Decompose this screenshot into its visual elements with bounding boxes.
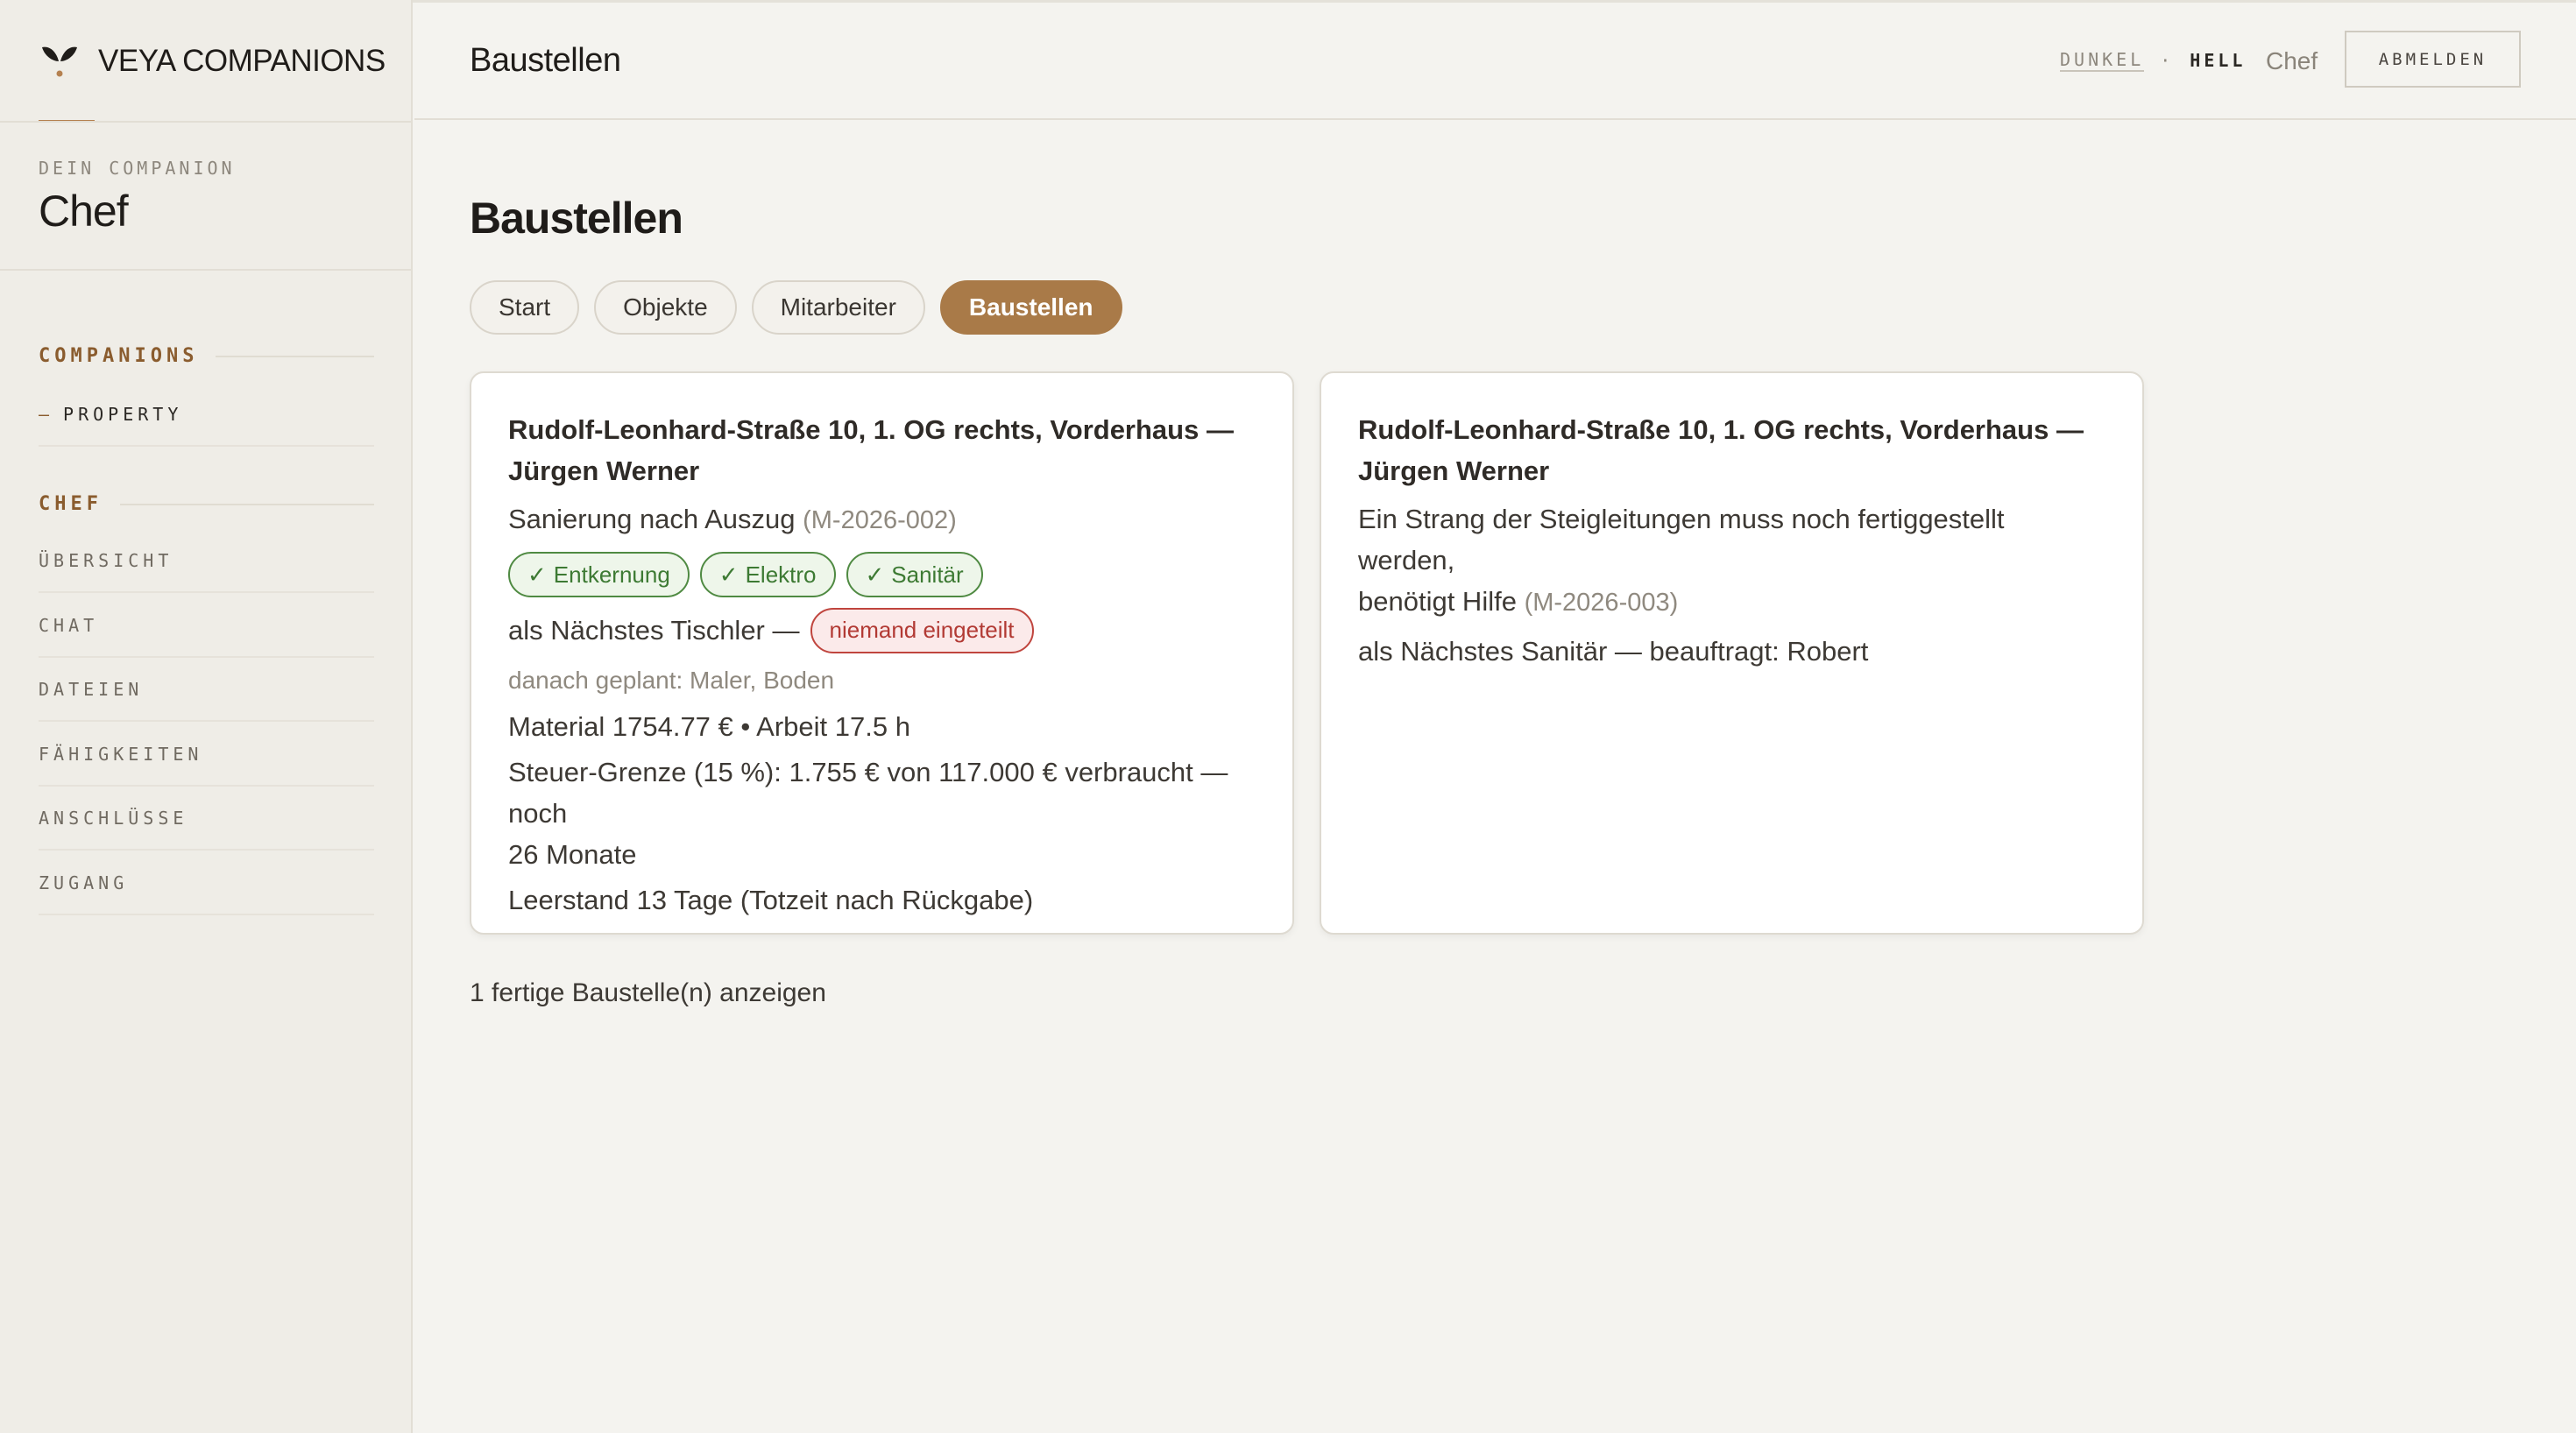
card-description: Sanierung nach Auszug (M-2026-002) [508,498,1256,541]
trade-chip-done: ✓ Sanitär [846,552,983,597]
sidebar-item-property[interactable]: — PROPERTY [39,383,374,447]
sidebar: VEYA COMPANIONS DEIN COMPANION Chef COMP… [0,0,413,1433]
description-text: benötigt Hilfe [1358,586,1517,617]
theme-separator: · [2160,50,2175,71]
sidebar-item-anschluesse[interactable]: ANSCHLÜSSE [39,787,374,851]
sidebar-item-label: CHAT [39,614,99,636]
header-title: Baustellen [470,42,621,79]
top-header: Baustellen DUNKEL · HELL Chef ABMELDEN [414,0,2576,120]
trade-label: Elektro [745,561,817,588]
sidebar-item-label: DATEIEN [39,678,144,700]
tab-baustellen[interactable]: Baustellen [939,280,1122,335]
card-title-line: Rudolf-Leonhard-Straße 10, 1. OG rechts,… [1358,414,2084,445]
theme-dark-button[interactable]: DUNKEL [2060,49,2145,72]
sidebar-item-label: FÄHIGKEITEN [39,743,203,765]
sidebar-item-dateien[interactable]: DATEIEN [39,658,374,722]
sidebar-item-label: ANSCHLÜSSE [39,807,188,829]
show-finished-link[interactable]: 1 fertige Baustelle(n) anzeigen [470,978,826,1008]
vacancy-info: Leerstand 13 Tage (Totzeit nach Rückgabe… [508,885,1034,915]
check-icon: ✓ [527,561,547,588]
brand-name: VEYA COMPANIONS [98,44,386,78]
check-icon: ✓ [718,561,739,588]
sidebar-item-uebersicht[interactable]: ÜBERSICHT [39,529,374,593]
construction-site-card[interactable]: Rudolf-Leonhard-Straße 10, 1. OG rechts,… [1320,371,2144,935]
planned-trades: danach geplant: Maler, Boden [508,667,835,694]
chef-section-heading: CHEF [39,493,374,515]
sidebar-item-label: ZUGANG [39,872,129,893]
companions-heading-label: COMPANIONS [39,345,199,367]
trade-label: Sanitär [891,561,964,588]
tab-mitarbeiter[interactable]: Mitarbeiter [751,280,925,335]
chef-heading-label: CHEF [39,493,103,515]
brand[interactable]: VEYA COMPANIONS [39,42,386,81]
logout-button[interactable]: ABMELDEN [2345,31,2521,88]
veya-leaf-icon [42,46,77,77]
job-code: (M-2026-003) [1524,589,1679,617]
sidebar-divider [0,269,413,271]
check-icon: ✓ [865,561,885,588]
trade-chip-done: ✓ Elektro [699,552,836,597]
sidebar-item-chat[interactable]: CHAT [39,594,374,658]
card-title-line: Jürgen Werner [508,455,700,486]
companions-section-heading: COMPANIONS [39,345,374,367]
next-trade-row: als Nächstes Tischler — niemand eingetei… [508,606,1256,654]
completed-trades: ✓ Entkernung ✓ Elektro ✓ Sanitär [508,552,1256,597]
companion-name: Chef [39,187,129,236]
header-user-name: Chef [2266,47,2318,74]
heading-rule [216,355,374,357]
active-dash-icon: — [39,403,50,425]
description-text: Sanierung nach Auszug [508,504,796,534]
theme-light-button[interactable]: HELL [2190,50,2246,71]
next-trade-text: als Nächstes Sanitär — beauftragt: Rober… [1358,636,1869,667]
cost-summary: Material 1754.77 € • Arbeit 17.5 h [508,711,910,742]
job-code: (M-2026-002) [803,506,957,534]
sidebar-divider [0,121,413,123]
trade-chip-done: ✓ Entkernung [508,552,690,597]
construction-site-card[interactable]: Rudolf-Leonhard-Straße 10, 1. OG rechts,… [470,371,1294,935]
unassigned-badge: niemand eingeteilt [810,607,1034,653]
theme-toggle: DUNKEL · HELL [2060,49,2246,72]
sidebar-item-label: PROPERTY [63,403,183,425]
card-description: Ein Strang der Steigleitungen muss noch … [1358,504,2005,575]
companion-eyebrow: DEIN COMPANION [39,158,236,179]
card-title-line: Rudolf-Leonhard-Straße 10, 1. OG rechts,… [508,414,1234,445]
card-title-line: Jürgen Werner [1358,455,1550,486]
page-title: Baustellen [470,194,683,243]
next-trade-text: als Nächstes Tischler — [508,615,800,646]
tab-objekte[interactable]: Objekte [594,280,737,335]
tab-start[interactable]: Start [470,280,580,335]
tax-limit-line: 26 Monate [508,839,637,870]
sidebar-item-faehigkeiten[interactable]: FÄHIGKEITEN [39,723,374,787]
card-description: benötigt Hilfe (M-2026-003) [1358,581,2105,624]
heading-rule [119,503,374,505]
tax-limit-line: Steuer-Grenze (15 %): 1.755 € von 117.00… [508,757,1228,829]
sidebar-item-zugang[interactable]: ZUGANG [39,851,374,915]
sidebar-item-label: ÜBERSICHT [39,549,173,571]
section-tabs: Start Objekte Mitarbeiter Baustellen [470,280,1122,335]
trade-label: Entkernung [553,561,670,588]
